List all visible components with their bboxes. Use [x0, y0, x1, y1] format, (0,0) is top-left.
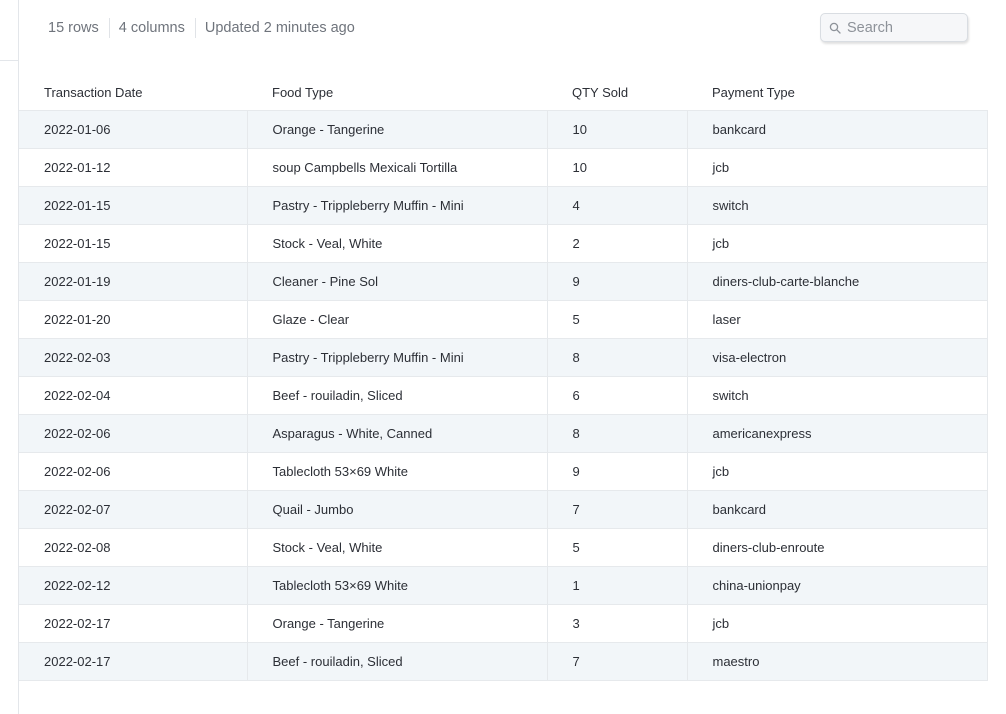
cell-qty-sold: 5 [546, 300, 687, 339]
cell-qty-sold: 7 [546, 642, 687, 681]
cell-food-type: soup Campbells Mexicali Tortilla [246, 148, 547, 187]
cell-transaction-date: 2022-01-15 [19, 224, 247, 263]
cell-food-type: Stock - Veal, White [246, 224, 547, 263]
cell-qty-sold: 8 [546, 414, 687, 453]
table-row[interactable]: 2022-02-06 Asparagus - White, Canned 8 amer… [19, 414, 988, 453]
table-row[interactable]: 2022-02-04 Beef - rouiladin, Sliced 6 switc… [19, 376, 988, 415]
cell-payment-type: americanexpress [686, 414, 988, 453]
column-header-transaction-date[interactable]: Transaction Date [19, 75, 247, 111]
column-count: 4 columns [119, 18, 196, 38]
cell-food-type: Beef - rouiladin, Sliced [246, 642, 547, 681]
column-header-payment-type[interactable]: Payment Type [687, 75, 987, 111]
cell-transaction-date: 2022-01-19 [19, 262, 247, 301]
cell-payment-type: bankcard [686, 110, 988, 149]
table-row[interactable]: 2022-01-15 Stock - Veal, White 2 jcb [19, 224, 988, 263]
cell-transaction-date: 2022-02-04 [19, 376, 247, 415]
cell-payment-type: jcb [686, 224, 988, 263]
cell-qty-sold: 4 [546, 186, 687, 225]
table-row[interactable]: 2022-02-12 Tablecloth 53×69 White 1 china-u… [19, 566, 988, 605]
cell-transaction-date: 2022-02-17 [19, 604, 247, 643]
column-header-qty-sold[interactable]: QTY Sold [547, 75, 687, 111]
table-row[interactable]: 2022-01-19 Cleaner - Pine Sol 9 diners-club… [19, 262, 988, 301]
cell-payment-type: jcb [686, 148, 988, 187]
cell-payment-type: laser [686, 300, 988, 339]
cell-payment-type: jcb [686, 604, 988, 643]
cell-payment-type: visa-electron [686, 338, 988, 377]
cell-food-type: Tablecloth 53×69 White [246, 566, 547, 605]
cell-qty-sold: 1 [546, 566, 687, 605]
left-rail [0, 0, 19, 714]
column-header-food-type[interactable]: Food Type [247, 75, 547, 111]
cell-payment-type: switch [686, 186, 988, 225]
table-row[interactable]: 2022-01-20 Glaze - Clear 5 laser [19, 300, 988, 339]
cell-payment-type: switch [686, 376, 988, 415]
row-count: 15 rows [48, 18, 110, 38]
table-meta-bar: 15 rows 4 columns Updated 2 minutes ago [48, 17, 355, 39]
cell-payment-type: bankcard [686, 490, 988, 529]
cell-transaction-date: 2022-01-12 [19, 148, 247, 187]
search-input[interactable] [847, 19, 957, 36]
cell-payment-type: jcb [686, 452, 988, 491]
cell-payment-type: diners-club-enroute [686, 528, 988, 567]
cell-transaction-date: 2022-02-07 [19, 490, 247, 529]
table-row[interactable]: 2022-02-08 Stock - Veal, White 5 diners-clu… [19, 528, 988, 567]
cell-food-type: Quail - Jumbo [246, 490, 547, 529]
table-row[interactable]: 2022-01-15 Pastry - Trippleberry Muffin -… [19, 186, 988, 225]
data-table: Transaction Date Food Type QTY Sold Paym… [19, 75, 988, 681]
table-row[interactable]: 2022-02-06 Tablecloth 53×69 White 9 jcb [19, 452, 988, 491]
cell-food-type: Pastry - Trippleberry Muffin - Mini [246, 338, 547, 377]
cell-qty-sold: 5 [546, 528, 687, 567]
cell-food-type: Orange - Tangerine [246, 604, 547, 643]
cell-qty-sold: 9 [546, 452, 687, 491]
cell-payment-type: china-unionpay [686, 566, 988, 605]
cell-food-type: Glaze - Clear [246, 300, 547, 339]
cell-qty-sold: 2 [546, 224, 687, 263]
cell-food-type: Beef - rouiladin, Sliced [246, 376, 547, 415]
table-row[interactable]: 2022-02-17 Orange - Tangerine 3 jcb [19, 604, 988, 643]
search-icon [829, 22, 841, 34]
cell-food-type: Stock - Veal, White [246, 528, 547, 567]
cell-qty-sold: 8 [546, 338, 687, 377]
table-row[interactable]: 2022-01-06 Orange - Tangerine 10 bankcard [19, 110, 988, 149]
cell-qty-sold: 9 [546, 262, 687, 301]
cell-qty-sold: 6 [546, 376, 687, 415]
cell-qty-sold: 3 [546, 604, 687, 643]
table-row[interactable]: 2022-02-03 Pastry - Trippleberry Muffin -… [19, 338, 988, 377]
table-row[interactable]: 2022-01-12 soup Campbells Mexicali Tortil… [19, 148, 988, 187]
cell-food-type: Cleaner - Pine Sol [246, 262, 547, 301]
data-table-container: Transaction Date Food Type QTY Sold Paym… [19, 75, 988, 681]
cell-payment-type: maestro [686, 642, 988, 681]
cell-qty-sold: 7 [546, 490, 687, 529]
data-table-view: 15 rows 4 columns Updated 2 minutes ago … [0, 0, 1006, 714]
table-row[interactable]: 2022-02-07 Quail - Jumbo 7 bankcard [19, 490, 988, 529]
cell-food-type: Asparagus - White, Canned [246, 414, 547, 453]
updated-time: Updated 2 minutes ago [204, 20, 355, 36]
cell-transaction-date: 2022-02-06 [19, 414, 247, 453]
search-box[interactable] [820, 13, 968, 42]
cell-transaction-date: 2022-01-20 [19, 300, 247, 339]
cell-food-type: Tablecloth 53×69 White [246, 452, 547, 491]
table-body: 2022-01-06 Orange - Tangerine 10 bankcard 20… [19, 110, 988, 681]
cell-transaction-date: 2022-02-17 [19, 642, 247, 681]
table-header-row: Transaction Date Food Type QTY Sold Paym… [19, 75, 987, 111]
cell-food-type: Orange - Tangerine [246, 110, 547, 149]
cell-transaction-date: 2022-01-15 [19, 186, 247, 225]
table-row[interactable]: 2022-02-17 Beef - rouiladin, Sliced 7 maest… [19, 642, 988, 681]
cell-transaction-date: 2022-02-06 [19, 452, 247, 491]
rail-divider [0, 60, 18, 61]
cell-qty-sold: 10 [546, 110, 687, 149]
cell-transaction-date: 2022-02-12 [19, 566, 247, 605]
cell-qty-sold: 10 [546, 148, 687, 187]
cell-payment-type: diners-club-carte-blanche [686, 262, 988, 301]
cell-transaction-date: 2022-01-06 [19, 110, 247, 149]
cell-transaction-date: 2022-02-03 [19, 338, 247, 377]
cell-transaction-date: 2022-02-08 [19, 528, 247, 567]
cell-food-type: Pastry - Trippleberry Muffin - Mini [246, 186, 547, 225]
